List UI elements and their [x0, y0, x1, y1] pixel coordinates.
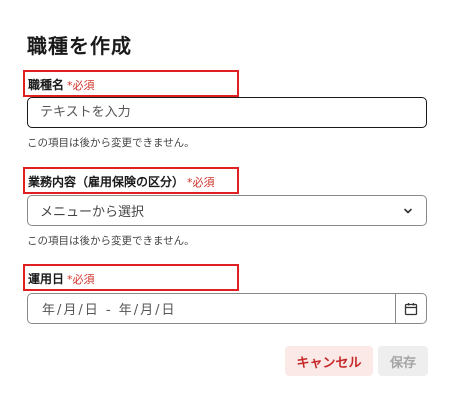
start-date-label-text: 運用日: [28, 272, 65, 286]
job-name-label: 職種名 *必須: [28, 76, 95, 93]
work-content-select[interactable]: メニューから選択: [27, 195, 427, 226]
work-content-select-value: メニューから選択: [40, 205, 145, 220]
job-name-input[interactable]: [27, 97, 427, 128]
date-range-placeholder[interactable]: 年/月/日 - 年/月/日: [28, 294, 395, 323]
cancel-button[interactable]: キャンセル: [285, 346, 373, 376]
required-mark: *必須: [187, 176, 215, 189]
required-mark: *必須: [67, 79, 95, 92]
date-picker-button[interactable]: [395, 294, 426, 323]
required-mark: *必須: [67, 273, 95, 286]
save-button[interactable]: 保存: [378, 346, 428, 376]
work-content-label: 業務内容（雇用保険の区分） *必須: [28, 173, 215, 190]
job-name-label-text: 職種名: [28, 78, 65, 92]
start-date-label: 運用日 *必須: [28, 270, 95, 287]
chevron-down-icon: [404, 208, 412, 213]
date-range-field[interactable]: 年/月/日 - 年/月/日: [27, 293, 427, 324]
work-content-help-text: この項目は後から変更できません。: [27, 235, 195, 247]
job-name-help-text: この項目は後から変更できません。: [27, 137, 195, 149]
page-title: 職種を作成: [27, 34, 132, 58]
calendar-icon: [404, 302, 418, 315]
work-content-label-text: 業務内容（雇用保険の区分）: [28, 175, 185, 189]
